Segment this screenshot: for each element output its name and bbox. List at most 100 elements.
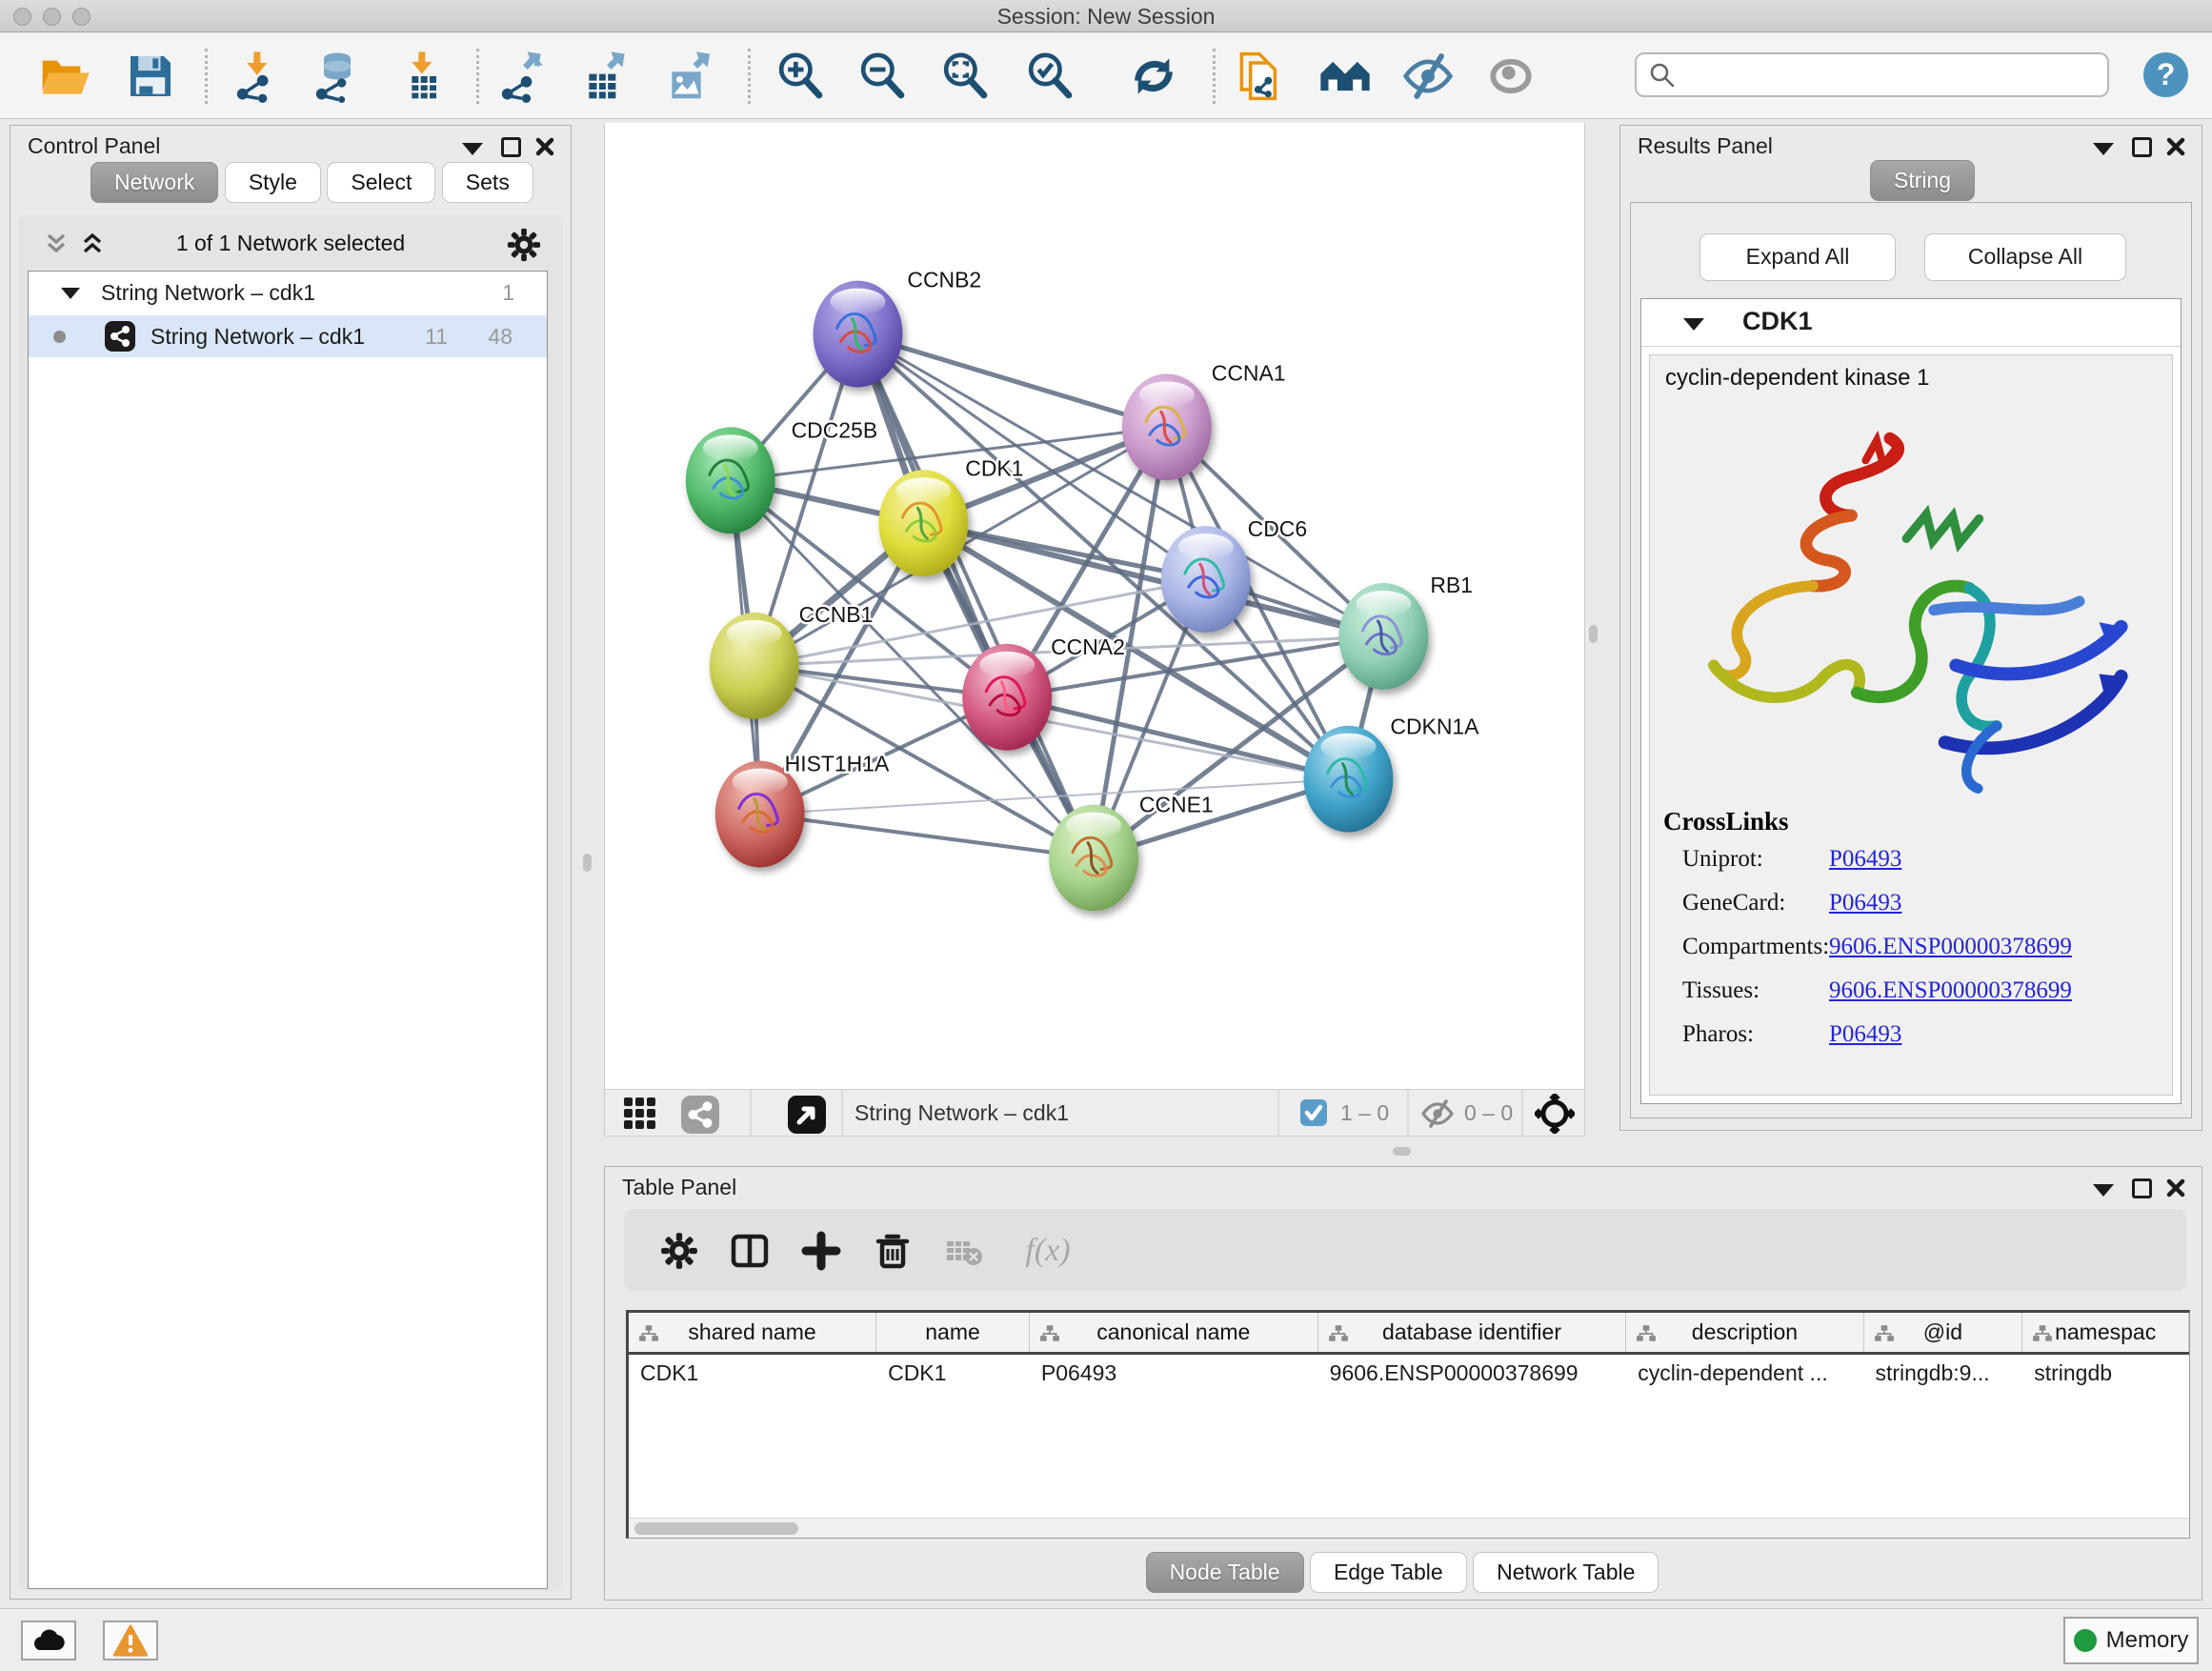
panel-float-icon[interactable]	[2132, 1178, 2152, 1198]
crosslink-genecard-link[interactable]: P06493	[1829, 890, 1901, 916]
open-session-button[interactable]	[31, 45, 98, 108]
import-network-button[interactable]	[225, 45, 292, 108]
network-node-CCNA1[interactable]	[1122, 373, 1212, 480]
network-view-toolbar: String Network – cdk1 1 – 0 0 – 0	[604, 1089, 1585, 1137]
export-table-button[interactable]	[573, 45, 640, 108]
network-node-CDC25B[interactable]	[686, 427, 775, 534]
fit-selection-crosshair-icon[interactable]	[1535, 1094, 1575, 1138]
export-network-button[interactable]	[490, 45, 556, 108]
control-panel-title: Control Panel	[28, 133, 160, 159]
tab-string-results[interactable]: String	[1870, 160, 1975, 201]
grid-view-icon[interactable]	[622, 1096, 658, 1137]
save-session-button[interactable]	[117, 45, 184, 108]
tab-sets[interactable]: Sets	[442, 162, 533, 203]
panel-close-icon[interactable]	[2165, 136, 2186, 157]
network-node-label: CCNB2	[907, 268, 981, 292]
panel-close-icon[interactable]	[534, 136, 555, 157]
column-header--id[interactable]: @id	[1864, 1313, 2023, 1352]
section-caret-icon[interactable]	[1683, 318, 1704, 331]
function-builder-icon[interactable]: f(x)	[1010, 1228, 1086, 1274]
delete-table-icon[interactable]	[941, 1228, 987, 1274]
scrollbar-thumb[interactable]	[634, 1522, 798, 1535]
string-view-icon[interactable]	[681, 1096, 719, 1138]
table-options-gear-icon[interactable]	[656, 1228, 702, 1274]
tab-style[interactable]: Style	[225, 162, 321, 203]
column-header-description[interactable]: description	[1626, 1313, 1863, 1352]
network-view-canvas[interactable]: CCNB2CCNA1CDC25BCDK1CDC6RB1CCNB1CCNA2CDK…	[604, 123, 1585, 1089]
column-header-shared-name[interactable]: shared name	[629, 1313, 876, 1352]
network-node-CCNB2[interactable]	[814, 281, 903, 388]
crosslink-compartments-link[interactable]: 9606.ENSP00000378699	[1829, 934, 2072, 960]
network-node-RB1[interactable]	[1339, 583, 1429, 690]
network-node-CCNA2[interactable]	[962, 644, 1052, 751]
hidden-eye-slash-icon[interactable]	[1420, 1098, 1455, 1134]
show-eye-button[interactable]	[1478, 45, 1544, 108]
column-header-name[interactable]: name	[876, 1313, 1030, 1352]
collapse-all-button[interactable]: Collapse All	[1924, 233, 2126, 281]
tab-select[interactable]: Select	[327, 162, 435, 203]
create-column-plus-icon[interactable]	[798, 1228, 844, 1274]
crosslinks-section: CrossLinks Uniprot:P06493GeneCard:P06493…	[1650, 807, 2172, 1056]
cloud-button[interactable]	[21, 1621, 76, 1661]
crosslink-tissues-link[interactable]: 9606.ENSP00000378699	[1829, 977, 2072, 1004]
import-network-from-database-button[interactable]	[304, 45, 371, 108]
delete-column-trash-icon[interactable]	[870, 1228, 915, 1274]
zoom-out-button[interactable]	[849, 45, 915, 108]
panel-float-icon[interactable]	[501, 137, 521, 157]
network-node-CCNE1[interactable]	[1049, 805, 1138, 912]
crosslink-uniprot-link[interactable]: P06493	[1829, 846, 1901, 873]
warnings-button[interactable]	[103, 1621, 158, 1661]
clone-network-button[interactable]	[1226, 45, 1293, 108]
horizontal-scrollbar[interactable]	[629, 1518, 2189, 1538]
table-row[interactable]: CDK1CDK1P064939606.ENSP00000378699cyclin…	[629, 1355, 2189, 1391]
memory-button[interactable]: Memory	[2063, 1617, 2199, 1664]
show-columns-icon[interactable]	[727, 1228, 773, 1274]
crosslink-pharos-link[interactable]: P06493	[1829, 1021, 1901, 1048]
table-body: CDK1CDK1P064939606.ENSP00000378699cyclin…	[629, 1355, 2189, 1391]
toolbar-separator	[748, 49, 751, 104]
panel-menu-caret-icon[interactable]	[2093, 1184, 2114, 1197]
import-table-button[interactable]	[390, 45, 456, 108]
network-node-CCNB1[interactable]	[710, 613, 799, 719]
zoom-fit-button[interactable]	[932, 45, 998, 108]
network-node-label: CDKN1A	[1390, 715, 1479, 739]
tab-edge-table[interactable]: Edge Table	[1310, 1552, 1467, 1593]
network-edge[interactable]	[857, 334, 1094, 858]
column-header-database-identifier[interactable]: database identifier	[1318, 1313, 1627, 1352]
panel-close-icon[interactable]	[2165, 1178, 2186, 1198]
search-input[interactable]	[1635, 52, 2109, 97]
hide-panel-eye-button[interactable]	[1395, 45, 1461, 108]
column-header-canonical-name[interactable]: canonical name	[1030, 1313, 1318, 1352]
left-splitter-handle[interactable]	[583, 854, 592, 872]
zoom-selected-button[interactable]	[1016, 45, 1083, 108]
expand-all-button[interactable]: Expand All	[1699, 233, 1896, 281]
network-edge[interactable]	[857, 334, 1166, 428]
network-node-CDK1[interactable]	[878, 470, 968, 576]
network-node-HIST1H1A[interactable]	[715, 761, 805, 868]
tab-network-table[interactable]: Network Table	[1473, 1552, 1659, 1593]
panel-float-icon[interactable]	[2132, 137, 2152, 157]
home-networks-button[interactable]	[1312, 45, 1378, 108]
protein-section-header[interactable]: CDK1	[1641, 299, 2181, 347]
tab-network[interactable]: Network	[90, 162, 218, 203]
panel-menu-caret-icon[interactable]	[462, 143, 483, 155]
right-splitter-handle[interactable]	[1589, 625, 1598, 643]
help-button[interactable]: ?	[2143, 52, 2188, 97]
zoom-in-button[interactable]	[767, 45, 834, 108]
network-node-CDKN1A[interactable]	[1304, 726, 1394, 833]
column-header-namespac[interactable]: namespac	[2022, 1313, 2189, 1352]
tab-node-table[interactable]: Node Table	[1146, 1552, 1304, 1593]
network-row-selected[interactable]: String Network – cdk1 11 48	[29, 315, 547, 357]
network-node-CDC6[interactable]	[1161, 526, 1251, 633]
bottom-splitter-handle[interactable]	[1393, 1147, 1411, 1156]
apply-layout-button[interactable]	[1120, 45, 1187, 108]
network-edge[interactable]	[760, 815, 1094, 858]
birdseye-view-icon[interactable]	[788, 1096, 826, 1138]
panel-menu-caret-icon[interactable]	[2093, 143, 2114, 155]
network-collection-row[interactable]: String Network – cdk1 1	[29, 272, 547, 315]
selected-checkbox-icon[interactable]	[1300, 1099, 1327, 1131]
collection-caret-icon[interactable]	[61, 288, 80, 299]
search-field	[1635, 52, 2109, 97]
export-image-button[interactable]	[656, 45, 723, 108]
network-options-gear-icon[interactable]	[506, 227, 542, 268]
